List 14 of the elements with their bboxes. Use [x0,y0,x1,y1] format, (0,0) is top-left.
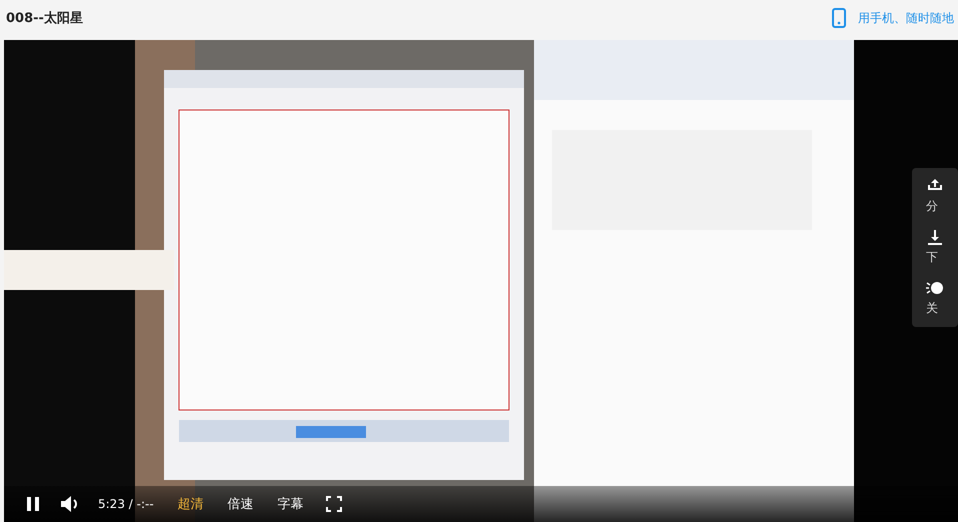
subtitle-button[interactable]: 字幕 [268,491,314,517]
fullscreen-icon [326,496,342,512]
side-button[interactable]: 关 [912,280,944,317]
side-button[interactable]: 分 [912,178,944,215]
quality-button[interactable]: 超清 [168,491,214,517]
phone-icon [832,8,846,28]
speed-button[interactable]: 倍速 [218,491,264,517]
video-title: 008--太阳星 [6,10,83,27]
download-icon [926,229,944,245]
time-display: 5:23 / -:-- [98,497,154,511]
pause-icon [26,496,40,512]
speaker-icon [60,495,80,513]
side-button[interactable]: 下 [912,229,944,266]
bulb-icon [926,280,944,296]
